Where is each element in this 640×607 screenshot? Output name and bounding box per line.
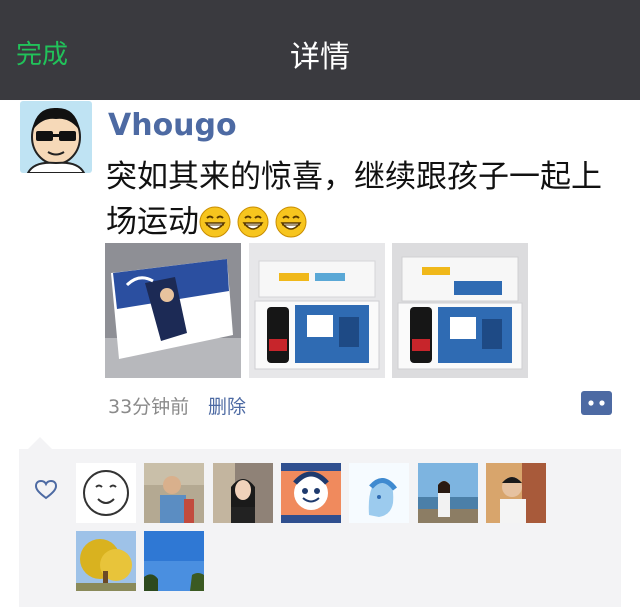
sketch-face-avatar-icon [76, 463, 136, 523]
liker-avatar[interactable] [76, 531, 136, 591]
blue-sky-avatar-icon [144, 531, 204, 591]
liker-avatar[interactable] [213, 463, 273, 523]
liker-avatar[interactable] [281, 463, 341, 523]
grin-emoji-icon [275, 206, 307, 238]
post-text: 突如其来的惊喜，继续跟孩子一起上场运动 [106, 159, 602, 240]
post-content: 突如其来的惊喜，继续跟孩子一起上场运动 [106, 155, 631, 245]
author-avatar[interactable] [20, 101, 92, 173]
open-box-photo-icon [249, 243, 385, 378]
gift-box-photo-icon [105, 243, 241, 378]
post-photo-2[interactable] [249, 243, 385, 378]
lakeside-girl-avatar-icon [418, 463, 478, 523]
liker-avatar[interactable] [349, 463, 409, 523]
like-heart-icon [34, 479, 58, 500]
child-avatar-icon [144, 463, 204, 523]
liker-avatar[interactable] [144, 463, 204, 523]
avatar-cartoon-icon [20, 101, 92, 173]
open-box-photo-2-icon [392, 243, 528, 378]
post-photo-1[interactable] [105, 243, 241, 378]
delete-button[interactable]: 删除 [208, 392, 246, 419]
post-timestamp: 33分钟前 [108, 396, 190, 418]
liker-avatar[interactable] [418, 463, 478, 523]
author-name[interactable]: Vhougo [108, 108, 237, 143]
girl-avatar-icon [213, 463, 273, 523]
comment-button[interactable] [581, 391, 612, 415]
cartoon-avatar-icon [281, 463, 341, 523]
grin-emoji-icon [199, 206, 231, 238]
likes-panel-notch [28, 437, 52, 449]
comment-icon [581, 391, 612, 415]
navigation-bar: 完成 详情 [0, 0, 640, 100]
liker-avatar[interactable] [76, 463, 136, 523]
blue-drawing-avatar-icon [349, 463, 409, 523]
post-photo-3[interactable] [392, 243, 528, 378]
boy-avatar-icon [486, 463, 546, 523]
yellow-tree-avatar-icon [76, 531, 136, 591]
liker-avatar[interactable] [144, 531, 204, 591]
grin-emoji-icon [237, 206, 269, 238]
liker-avatar[interactable] [486, 463, 546, 523]
page-title: 详情 [290, 40, 350, 75]
